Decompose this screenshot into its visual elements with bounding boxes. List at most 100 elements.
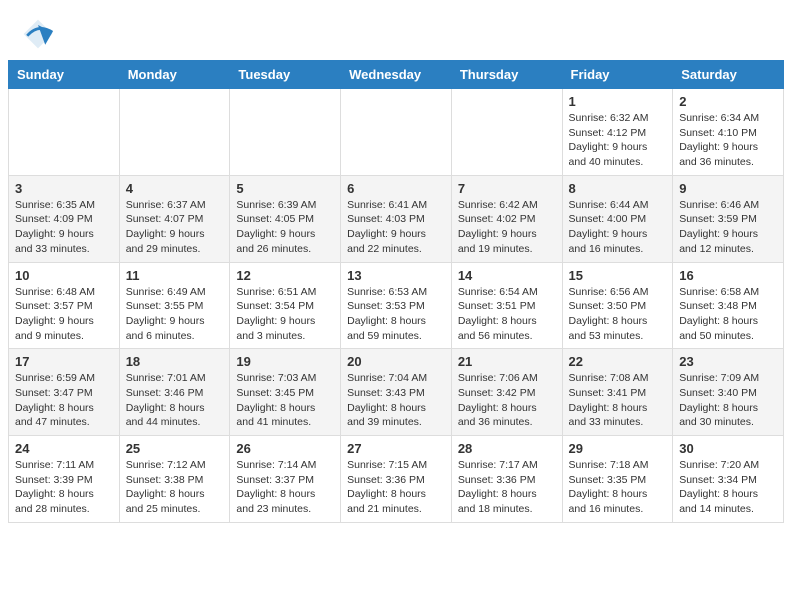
day-number: 21: [458, 354, 556, 369]
calendar-table: SundayMondayTuesdayWednesdayThursdayFrid…: [8, 60, 784, 523]
day-number: 6: [347, 181, 445, 196]
day-number: 13: [347, 268, 445, 283]
page-header: [0, 0, 792, 60]
day-cell: 15Sunrise: 6:56 AM Sunset: 3:50 PM Dayli…: [562, 262, 673, 349]
day-number: 25: [126, 441, 224, 456]
day-info: Sunrise: 6:32 AM Sunset: 4:12 PM Dayligh…: [569, 111, 667, 170]
day-number: 2: [679, 94, 777, 109]
day-info: Sunrise: 6:58 AM Sunset: 3:48 PM Dayligh…: [679, 285, 777, 344]
day-cell: 20 Sunrise: 7:04 AM Sunset: 3:43 PM Dayli…: [341, 349, 452, 436]
day-cell: 28 Sunrise: 7:17 AM Sunset: 3:36 PM Dayli…: [451, 436, 562, 523]
day-info: Sunrise: 6:54 AM Sunset: 3:51 PM Dayligh…: [458, 285, 556, 344]
day-number: 22: [569, 354, 667, 369]
day-cell: 22 Sunrise: 7:08 AM Sunset: 3:41 PM Dayli…: [562, 349, 673, 436]
day-cell: 14Sunrise: 6:54 AM Sunset: 3:51 PM Dayli…: [451, 262, 562, 349]
day-cell: 16 Sunrise: 6:58 AM Sunset: 3:48 PM Dayli…: [673, 262, 784, 349]
day-number: 18: [126, 354, 224, 369]
calendar-header: SundayMondayTuesdayWednesdayThursdayFrid…: [9, 61, 784, 89]
day-cell: [341, 89, 452, 176]
day-cell: [451, 89, 562, 176]
day-cell: 27 Sunrise: 7:15 AM Sunset: 3:36 PM Dayli…: [341, 436, 452, 523]
column-header-thursday: Thursday: [451, 61, 562, 89]
day-info: Sunrise: 7:08 AM Sunset: 3:41 PM Dayligh…: [569, 371, 667, 430]
day-number: 7: [458, 181, 556, 196]
day-cell: 23 Sunrise: 7:09 AM Sunset: 3:40 PM Dayli…: [673, 349, 784, 436]
day-info: Sunrise: 7:15 AM Sunset: 3:36 PM Dayligh…: [347, 458, 445, 517]
header-row: SundayMondayTuesdayWednesdayThursdayFrid…: [9, 61, 784, 89]
day-number: 8: [569, 181, 667, 196]
day-number: 20: [347, 354, 445, 369]
day-info: Sunrise: 6:35 AM Sunset: 4:09 PM Dayligh…: [15, 198, 113, 257]
day-number: 27: [347, 441, 445, 456]
day-number: 23: [679, 354, 777, 369]
day-info: Sunrise: 6:34 AM Sunset: 4:10 PM Dayligh…: [679, 111, 777, 170]
day-number: 17: [15, 354, 113, 369]
day-number: 19: [236, 354, 334, 369]
day-cell: 19Sunrise: 7:03 AM Sunset: 3:45 PM Dayli…: [230, 349, 341, 436]
day-number: 12: [236, 268, 334, 283]
week-row-3: 17 Sunrise: 6:59 AM Sunset: 3:47 PM Dayli…: [9, 349, 784, 436]
calendar-wrapper: SundayMondayTuesdayWednesdayThursdayFrid…: [0, 60, 792, 531]
day-info: Sunrise: 6:46 AM Sunset: 3:59 PM Dayligh…: [679, 198, 777, 257]
column-header-wednesday: Wednesday: [341, 61, 452, 89]
calendar-body: 1 Sunrise: 6:32 AM Sunset: 4:12 PM Daylig…: [9, 89, 784, 523]
day-number: 1: [569, 94, 667, 109]
day-info: Sunrise: 6:48 AM Sunset: 3:57 PM Dayligh…: [15, 285, 113, 344]
day-info: Sunrise: 7:14 AM Sunset: 3:37 PM Dayligh…: [236, 458, 334, 517]
day-cell: 3 Sunrise: 6:35 AM Sunset: 4:09 PM Daylig…: [9, 175, 120, 262]
day-number: 24: [15, 441, 113, 456]
day-info: Sunrise: 6:37 AM Sunset: 4:07 PM Dayligh…: [126, 198, 224, 257]
column-header-tuesday: Tuesday: [230, 61, 341, 89]
day-cell: 24Sunrise: 7:11 AM Sunset: 3:39 PM Dayli…: [9, 436, 120, 523]
day-cell: 6Sunrise: 6:41 AM Sunset: 4:03 PM Daylig…: [341, 175, 452, 262]
week-row-0: 1 Sunrise: 6:32 AM Sunset: 4:12 PM Daylig…: [9, 89, 784, 176]
day-number: 29: [569, 441, 667, 456]
day-cell: 29 Sunrise: 7:18 AM Sunset: 3:35 PM Dayli…: [562, 436, 673, 523]
day-cell: 26Sunrise: 7:14 AM Sunset: 3:37 PM Dayli…: [230, 436, 341, 523]
day-cell: 4 Sunrise: 6:37 AM Sunset: 4:07 PM Daylig…: [119, 175, 230, 262]
column-header-friday: Friday: [562, 61, 673, 89]
week-row-1: 3 Sunrise: 6:35 AM Sunset: 4:09 PM Daylig…: [9, 175, 784, 262]
day-number: 5: [236, 181, 334, 196]
day-info: Sunrise: 7:17 AM Sunset: 3:36 PM Dayligh…: [458, 458, 556, 517]
day-cell: 5 Sunrise: 6:39 AM Sunset: 4:05 PM Daylig…: [230, 175, 341, 262]
day-number: 4: [126, 181, 224, 196]
day-cell: 13 Sunrise: 6:53 AM Sunset: 3:53 PM Dayli…: [341, 262, 452, 349]
day-cell: 25 Sunrise: 7:12 AM Sunset: 3:38 PM Dayli…: [119, 436, 230, 523]
day-number: 28: [458, 441, 556, 456]
day-info: Sunrise: 6:42 AM Sunset: 4:02 PM Dayligh…: [458, 198, 556, 257]
day-info: Sunrise: 6:39 AM Sunset: 4:05 PM Dayligh…: [236, 198, 334, 257]
day-number: 15: [569, 268, 667, 283]
week-row-4: 24Sunrise: 7:11 AM Sunset: 3:39 PM Dayli…: [9, 436, 784, 523]
day-number: 3: [15, 181, 113, 196]
day-cell: 2 Sunrise: 6:34 AM Sunset: 4:10 PM Daylig…: [673, 89, 784, 176]
day-number: 16: [679, 268, 777, 283]
day-cell: 30 Sunrise: 7:20 AM Sunset: 3:34 PM Dayli…: [673, 436, 784, 523]
day-cell: [230, 89, 341, 176]
day-info: Sunrise: 7:04 AM Sunset: 3:43 PM Dayligh…: [347, 371, 445, 430]
day-info: Sunrise: 7:20 AM Sunset: 3:34 PM Dayligh…: [679, 458, 777, 517]
day-number: 30: [679, 441, 777, 456]
logo-icon: [20, 16, 56, 52]
day-cell: 11 Sunrise: 6:49 AM Sunset: 3:55 PM Dayli…: [119, 262, 230, 349]
day-cell: [9, 89, 120, 176]
day-info: Sunrise: 7:09 AM Sunset: 3:40 PM Dayligh…: [679, 371, 777, 430]
day-info: Sunrise: 7:12 AM Sunset: 3:38 PM Dayligh…: [126, 458, 224, 517]
day-cell: 7 Sunrise: 6:42 AM Sunset: 4:02 PM Daylig…: [451, 175, 562, 262]
day-cell: [119, 89, 230, 176]
day-cell: 17 Sunrise: 6:59 AM Sunset: 3:47 PM Dayli…: [9, 349, 120, 436]
day-info: Sunrise: 7:18 AM Sunset: 3:35 PM Dayligh…: [569, 458, 667, 517]
day-cell: 21 Sunrise: 7:06 AM Sunset: 3:42 PM Dayli…: [451, 349, 562, 436]
day-info: Sunrise: 6:53 AM Sunset: 3:53 PM Dayligh…: [347, 285, 445, 344]
logo: [20, 16, 60, 52]
column-header-saturday: Saturday: [673, 61, 784, 89]
day-cell: 18 Sunrise: 7:01 AM Sunset: 3:46 PM Dayli…: [119, 349, 230, 436]
column-header-sunday: Sunday: [9, 61, 120, 89]
day-info: Sunrise: 6:59 AM Sunset: 3:47 PM Dayligh…: [15, 371, 113, 430]
day-cell: 10Sunrise: 6:48 AM Sunset: 3:57 PM Dayli…: [9, 262, 120, 349]
day-info: Sunrise: 7:01 AM Sunset: 3:46 PM Dayligh…: [126, 371, 224, 430]
day-number: 11: [126, 268, 224, 283]
day-cell: 9Sunrise: 6:46 AM Sunset: 3:59 PM Daylig…: [673, 175, 784, 262]
day-info: Sunrise: 7:06 AM Sunset: 3:42 PM Dayligh…: [458, 371, 556, 430]
day-info: Sunrise: 6:49 AM Sunset: 3:55 PM Dayligh…: [126, 285, 224, 344]
